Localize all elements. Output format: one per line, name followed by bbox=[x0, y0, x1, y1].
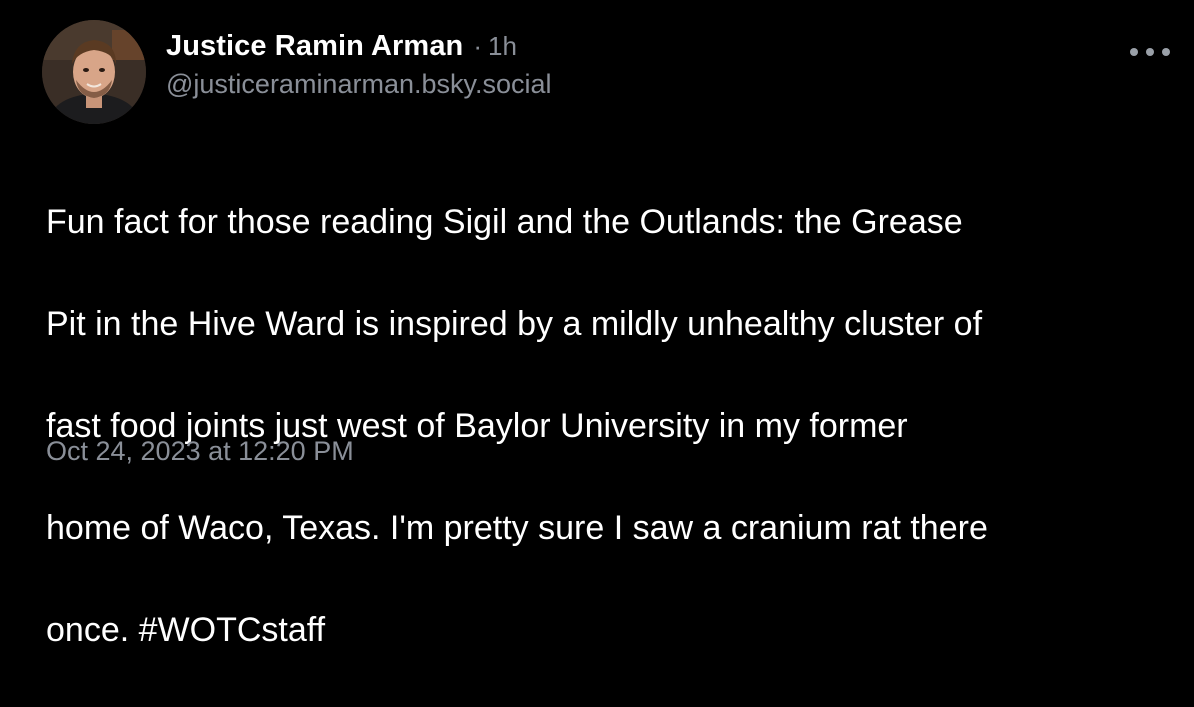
more-horizontal-icon bbox=[1130, 48, 1138, 56]
avatar[interactable] bbox=[42, 20, 146, 124]
separator-dot: · bbox=[473, 31, 483, 61]
post-text-line: home of Waco, Texas. I'm pretty sure I s… bbox=[46, 509, 988, 547]
post-header: Justice Ramin Arman · 1h @justiceraminar… bbox=[166, 30, 1114, 100]
more-horizontal-icon-dot bbox=[1162, 48, 1170, 56]
post-body: Fun fact for those reading Sigil and the… bbox=[46, 146, 1166, 707]
more-horizontal-icon-dot bbox=[1146, 48, 1154, 56]
more-options-button[interactable] bbox=[1130, 40, 1170, 64]
author-handle[interactable]: @justiceraminarman.bsky.social bbox=[166, 69, 1114, 100]
post-text-tail: once. bbox=[46, 611, 139, 649]
relative-time[interactable]: 1h bbox=[488, 31, 517, 62]
post-timestamp: Oct 24, 2023 at 12:20 PM bbox=[46, 436, 354, 466]
hashtag-link[interactable]: #WOTCstaff bbox=[139, 611, 325, 649]
post-text-line-last: once. #WOTCstaff bbox=[46, 605, 1166, 656]
post-text-line: Pit in the Hive Ward is inspired by a mi… bbox=[46, 305, 983, 343]
post-text-line: Fun fact for those reading Sigil and the… bbox=[46, 203, 963, 241]
avatar-image bbox=[42, 20, 146, 124]
post: Justice Ramin Arman · 1h @justiceraminar… bbox=[0, 0, 1194, 649]
author-display-name[interactable]: Justice Ramin Arman bbox=[166, 30, 463, 63]
author-row: Justice Ramin Arman · 1h bbox=[166, 30, 1114, 63]
